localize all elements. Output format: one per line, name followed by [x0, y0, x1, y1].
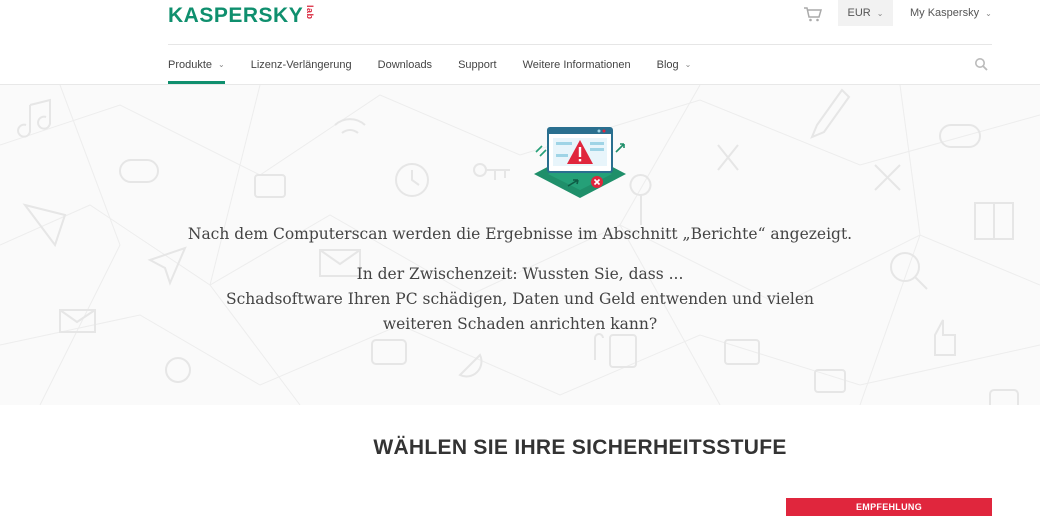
main-nav: Produkte ⌄ Lizenz-Verlängerung Downloads… — [168, 45, 992, 84]
chevron-down-icon: ⌄ — [876, 8, 884, 18]
logo-lab-text: lab — [305, 5, 316, 20]
nav-label: Produkte — [168, 58, 213, 71]
nav-label: Blog — [656, 58, 679, 71]
kaspersky-logo[interactable]: KASPERSKY lab — [168, 2, 318, 30]
logo-text: KASPERSKY — [168, 4, 304, 27]
cart-icon[interactable] — [803, 6, 823, 22]
nav-item-lizenz[interactable]: Lizenz-Verlängerung — [251, 45, 352, 84]
scan-message: Nach dem Computerscan werden die Ergebni… — [187, 225, 853, 243]
my-kaspersky-menu[interactable]: My Kaspersky ⌄ — [910, 0, 992, 26]
nav-item-blog[interactable]: Blog ⌄ — [657, 45, 692, 84]
chevron-down-icon: ⌄ — [684, 60, 692, 69]
account-label: My Kaspersky — [910, 7, 980, 19]
chevron-down-icon: ⌄ — [985, 8, 992, 18]
currency-label: EUR — [847, 7, 871, 19]
top-bar: KASPERSKY lab EUR ⌄ My Kaspersky ⌄ — [0, 0, 1040, 44]
nav-item-weitere-informationen[interactable]: Weitere Informationen — [523, 45, 631, 84]
currency-selector[interactable]: EUR ⌄ — [838, 0, 893, 26]
info-line-2: Schadsoftware Ihren PC schädigen, Daten … — [226, 290, 814, 333]
nav-label: Weitere Informationen — [522, 58, 631, 71]
chevron-down-icon: ⌄ — [218, 60, 225, 69]
nav-label: Support — [458, 58, 497, 71]
scan-warning-illustration — [534, 127, 626, 198]
info-line-1: In der Zwischenzeit: Wussten Sie, dass .… — [356, 265, 684, 283]
nav-item-downloads[interactable]: Downloads — [378, 45, 432, 84]
section-title: WÄHLEN SIE IHRE SICHERHEITSSTUFE — [373, 436, 787, 459]
nav-label: Downloads — [377, 58, 433, 71]
nav-label: Lizenz-Verlängerung — [250, 58, 352, 71]
search-icon[interactable] — [974, 57, 988, 71]
recommendation-badge: EMPFEHLUNG — [786, 498, 992, 516]
nav-item-support[interactable]: Support — [458, 45, 497, 84]
info-message: In der Zwischenzeit: Wussten Sie, dass .… — [0, 262, 1040, 337]
nav-item-produkte[interactable]: Produkte ⌄ — [168, 45, 225, 84]
